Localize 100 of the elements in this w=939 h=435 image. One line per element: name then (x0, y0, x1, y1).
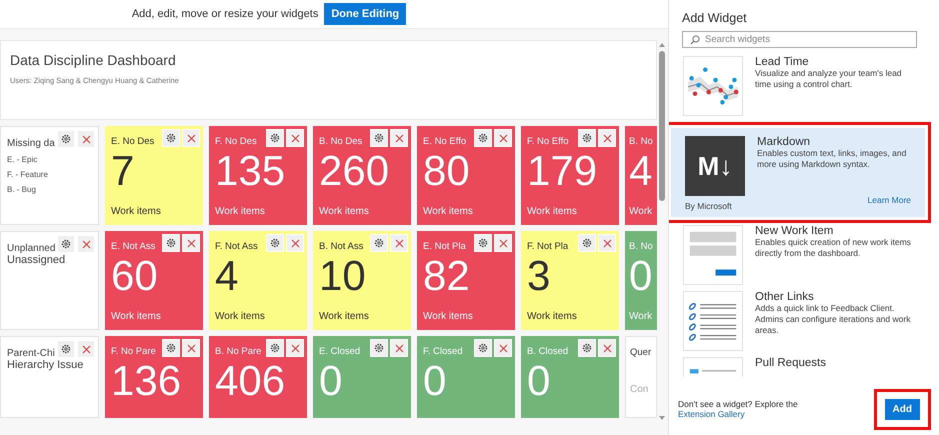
label-title: Unplanned (7, 243, 56, 254)
tile-title: E. Not Pla (423, 241, 466, 252)
close-button[interactable] (286, 234, 304, 252)
scrollbar-thumb[interactable] (658, 51, 664, 201)
settings-button[interactable] (474, 339, 492, 357)
query-tile[interactable]: E. No Des 7 Work items (105, 126, 203, 225)
tile-count: 260 (319, 147, 390, 195)
settings-button[interactable] (162, 234, 180, 252)
query-tile[interactable]: Quer Con (625, 336, 657, 418)
label-title: Parent-Chi (7, 348, 55, 359)
close-button[interactable] (286, 339, 304, 357)
tile-caption: Work (629, 311, 654, 322)
tile-count: 136 (111, 357, 182, 405)
settings-icon (478, 343, 488, 353)
query-tile[interactable]: F. No Effo 179 Work items (521, 126, 619, 225)
settings-icon (270, 133, 280, 143)
query-tile[interactable]: B. No 0 Work (625, 231, 657, 330)
settings-icon (166, 343, 176, 353)
tile-title: B. Not Ass (319, 241, 364, 252)
widget-description: Enables custom text, links, images, and more using Markdown syntax. (757, 148, 908, 170)
settings-icon (374, 343, 384, 353)
settings-button[interactable] (370, 234, 388, 252)
widget-name: Pull Requests (755, 357, 827, 369)
close-button[interactable] (598, 339, 616, 357)
form-thumbnail-drawing (683, 225, 743, 285)
close-button[interactable] (494, 339, 512, 357)
add-button[interactable]: Add (884, 398, 920, 420)
settings-button[interactable] (162, 129, 180, 147)
query-tile[interactable]: F. No Des 135 Work items (209, 126, 307, 225)
settings-button[interactable] (578, 339, 596, 357)
close-icon (498, 134, 508, 142)
close-icon (498, 238, 508, 248)
close-button[interactable] (390, 129, 408, 147)
query-tile[interactable]: F. Closed 0 (417, 336, 515, 418)
widget-name: New Work Item (755, 225, 834, 237)
query-tile[interactable]: E. Not Pla 82 Work items (417, 231, 515, 330)
query-tile[interactable]: F. No Pare 136 (105, 336, 203, 418)
close-icon (290, 344, 300, 352)
settings-button[interactable] (578, 234, 596, 252)
tile-title: B. No Des (319, 136, 362, 147)
query-tile[interactable]: E. No Effo 80 Work items (417, 126, 515, 225)
settings-button[interactable] (266, 339, 284, 357)
close-button[interactable] (182, 234, 200, 252)
widget-item[interactable]: M↓ By Microsoft Markdown Enables custom text, links, images, and more using Markdown syntax. Learn More (671, 128, 925, 217)
close-button[interactable] (77, 130, 95, 148)
tile-count: 4 (215, 252, 240, 300)
close-icon (394, 134, 404, 142)
close-icon (394, 344, 404, 352)
query-tile[interactable]: B. No 4 Work (625, 126, 657, 225)
close-button[interactable] (77, 340, 95, 358)
close-button[interactable] (598, 129, 616, 147)
close-button[interactable] (598, 234, 616, 252)
settings-button[interactable] (162, 339, 180, 357)
search-field[interactable]: Search widgets (682, 31, 917, 48)
settings-button[interactable] (474, 234, 492, 252)
close-button[interactable] (390, 339, 408, 357)
query-tile[interactable]: B. No Pare 406 (209, 336, 307, 418)
settings-button[interactable] (57, 340, 75, 358)
settings-icon (582, 343, 592, 353)
close-button[interactable] (182, 129, 200, 147)
settings-button[interactable] (57, 130, 75, 148)
tile-caption: Work items (319, 311, 370, 322)
tile-caption: Work items (215, 311, 266, 322)
close-button[interactable] (77, 235, 96, 253)
query-tile[interactable]: E. Not Ass 60 Work items (105, 231, 203, 330)
query-tile[interactable]: B. No Des 260 Work items (313, 126, 411, 225)
settings-button[interactable] (266, 129, 284, 147)
close-button[interactable] (286, 129, 304, 147)
widget-item[interactable]: Pull Requests (669, 355, 931, 381)
close-button[interactable] (494, 234, 512, 252)
tile-count: 0 (527, 357, 552, 405)
tile-caption: Work items (423, 206, 474, 217)
settings-button[interactable] (266, 234, 284, 252)
learn-more-link[interactable]: Learn More (868, 195, 911, 205)
query-tile[interactable]: F. Not Ass 4 Work items (209, 231, 307, 330)
close-button[interactable] (390, 234, 408, 252)
widget-item[interactable]: Lead Time Visualize and analyze your team's lead time using a control chart. (669, 54, 931, 120)
settings-button[interactable] (370, 339, 388, 357)
settings-icon (374, 133, 384, 143)
tile-caption: Work items (527, 206, 578, 217)
done-editing-button[interactable]: Done Editing (324, 3, 406, 25)
tile-count: 60 (111, 252, 159, 300)
tile-count: 0 (423, 357, 448, 405)
close-button[interactable] (182, 339, 200, 357)
settings-button[interactable] (370, 129, 388, 147)
query-tile[interactable]: B. Not Ass 10 Work items (313, 231, 411, 330)
widget-item[interactable]: New Work Item Enables quick creation of new work items directly from the dashboard. (669, 223, 931, 289)
settings-button[interactable] (578, 129, 596, 147)
query-tile[interactable]: F. Not Pla 3 Work items (521, 231, 619, 330)
widget-item[interactable]: Other Links Adds a quick link to Feedback Client. Admins can configure iterations and work areas. (669, 289, 931, 355)
extension-gallery-link[interactable]: Extension Gallery (678, 409, 745, 419)
settings-button[interactable] (57, 235, 76, 253)
tile-count: 0 (319, 357, 344, 405)
query-tile[interactable]: E. Closed 0 (313, 336, 411, 418)
query-tile[interactable]: B. Closed 0 (521, 336, 619, 418)
tile-caption: Work items (111, 206, 162, 217)
tile-text: Con (630, 384, 650, 395)
settings-button[interactable] (474, 129, 492, 147)
close-button[interactable] (494, 129, 512, 147)
settings-icon (478, 133, 488, 143)
